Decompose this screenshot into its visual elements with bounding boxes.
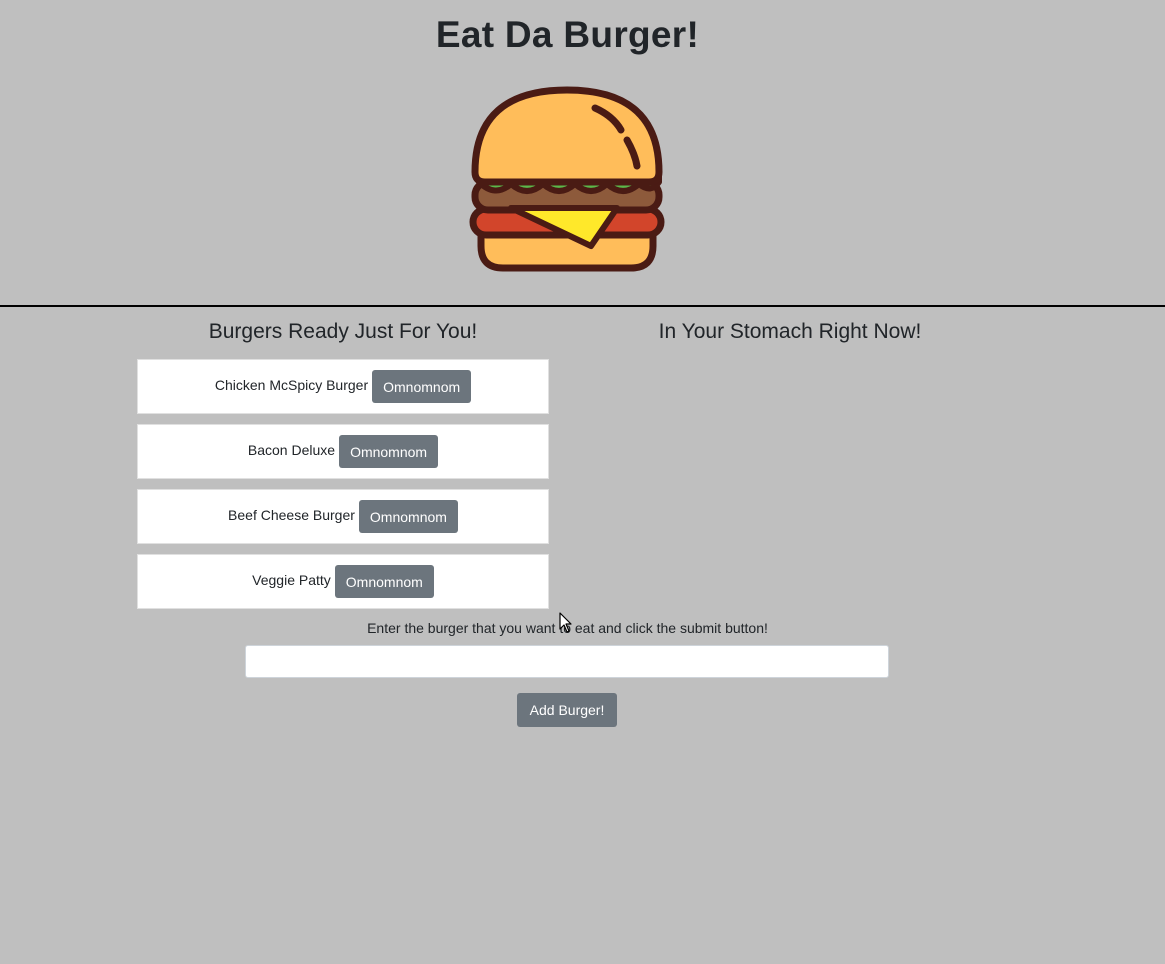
burger-name: Veggie Patty bbox=[252, 571, 331, 588]
add-burger-button[interactable]: Add Burger! bbox=[517, 693, 617, 727]
burger-card: Veggie Patty Omnomnom bbox=[137, 554, 549, 609]
page-title: Eat Da Burger! bbox=[435, 14, 700, 55]
burger-name-input[interactable] bbox=[245, 645, 889, 678]
mouse-cursor-icon bbox=[559, 612, 572, 633]
devour-button[interactable]: Omnomnom bbox=[358, 500, 458, 533]
burger-card: Chicken McSpicy Burger Omnomnom bbox=[137, 359, 549, 414]
burger-icon bbox=[469, 86, 665, 272]
burger-card: Beef Cheese Burger Omnomnom bbox=[137, 489, 549, 544]
page: Eat Da Burger! Burgers Ready Just For Yo… bbox=[0, 0, 1165, 964]
header-divider bbox=[0, 305, 1165, 307]
devour-button[interactable]: Omnomnom bbox=[334, 565, 434, 598]
burger-name: Beef Cheese Burger bbox=[228, 506, 355, 523]
devour-button[interactable]: Omnomnom bbox=[339, 435, 439, 468]
ready-burgers-title: Burgers Ready Just For You! bbox=[208, 320, 478, 343]
burger-name: Bacon Deluxe bbox=[247, 441, 336, 458]
ready-burger-list: Chicken McSpicy Burger Omnomnom Bacon De… bbox=[137, 359, 549, 619]
burger-name: Chicken McSpicy Burger bbox=[214, 376, 369, 393]
eaten-burgers-title: In Your Stomach Right Now! bbox=[658, 320, 922, 343]
devour-button[interactable]: Omnomnom bbox=[372, 370, 472, 403]
burger-card: Bacon Deluxe Omnomnom bbox=[137, 424, 549, 479]
